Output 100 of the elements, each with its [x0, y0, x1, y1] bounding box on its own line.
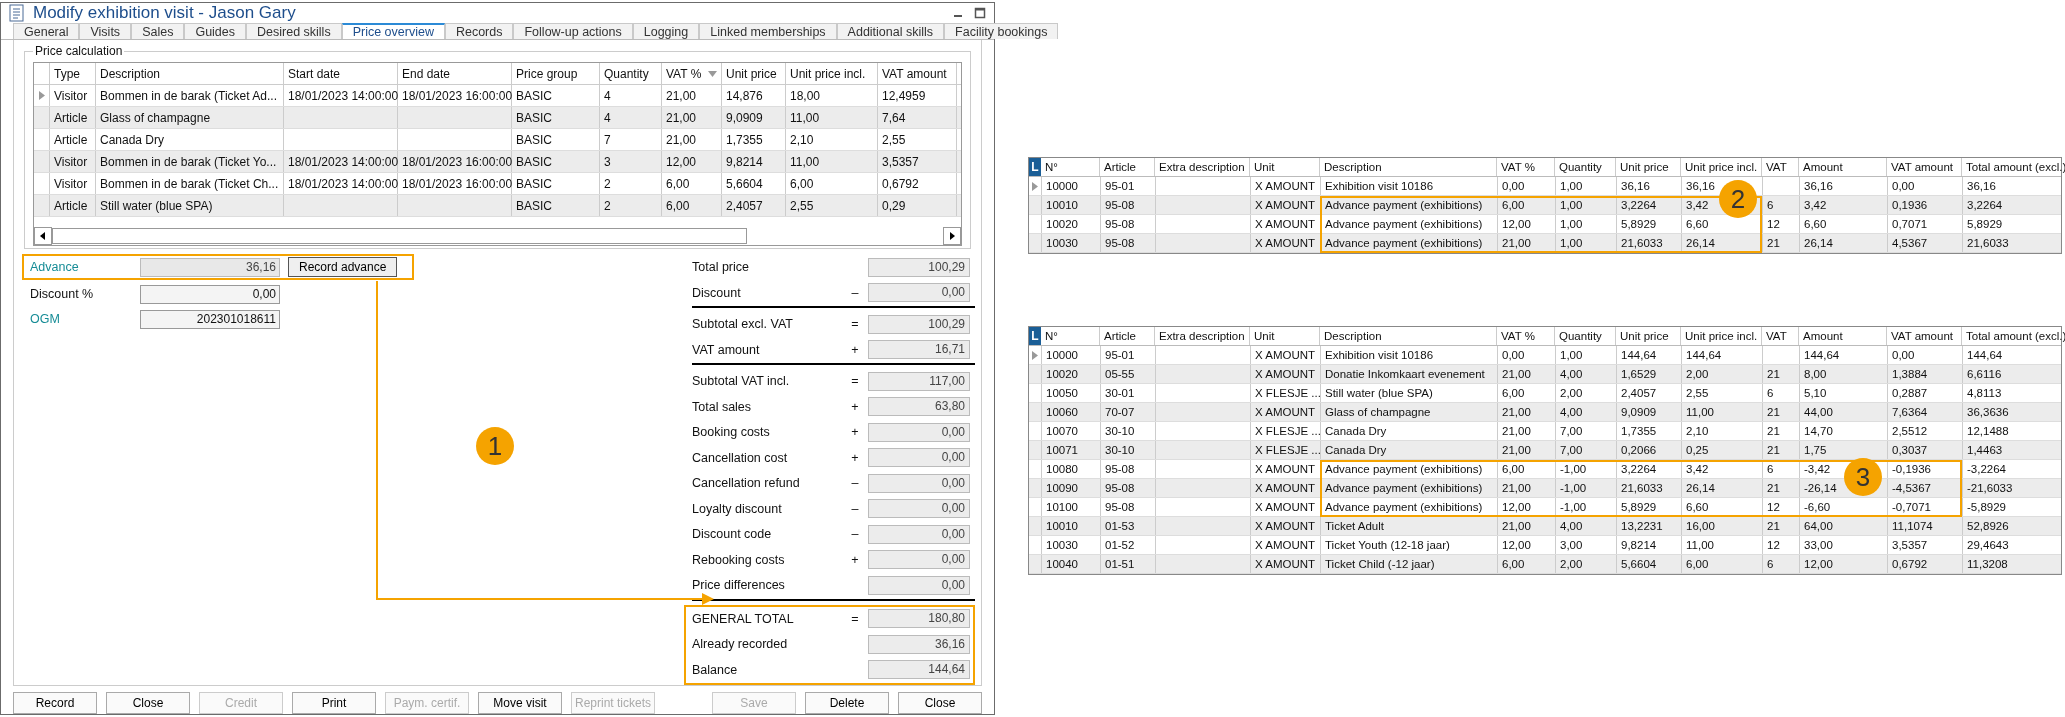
- table-cell: Bommen in de barak (Ticket Ad...: [96, 85, 284, 106]
- table-cell: 3,5357: [878, 151, 957, 172]
- table-cell: 2,55: [878, 129, 957, 150]
- action-button[interactable]: Move visit: [478, 692, 562, 714]
- tab[interactable]: Linked memberships: [699, 23, 837, 39]
- tab[interactable]: Facility bookings: [944, 23, 1059, 39]
- column-header[interactable]: Article: [1100, 158, 1155, 176]
- sort-caret-icon[interactable]: [708, 70, 717, 77]
- column-header[interactable]: Amount: [1799, 158, 1887, 176]
- table-cell: 12: [1763, 536, 1800, 554]
- window-title: Modify exhibition visit - Jason Gary: [33, 3, 296, 23]
- column-header[interactable]: Quantity: [1555, 158, 1616, 176]
- tab[interactable]: Sales: [131, 23, 185, 39]
- column-header[interactable]: N°: [1041, 327, 1100, 345]
- scroll-right-icon[interactable]: [943, 227, 961, 245]
- table-cell: 3,5357: [1888, 536, 1963, 554]
- column-header[interactable]: VAT %: [1497, 158, 1555, 176]
- column-header[interactable]: Unit: [1250, 327, 1320, 345]
- operator-sign: +: [851, 399, 859, 414]
- table-cell: 4: [600, 107, 662, 128]
- scrollbar-thumb[interactable]: [52, 228, 747, 244]
- table-cell: 6,00: [1498, 555, 1556, 573]
- column-header[interactable]: Description: [96, 63, 284, 84]
- action-button[interactable]: Record: [13, 692, 97, 714]
- tab[interactable]: Logging: [632, 23, 700, 39]
- operator-sign: +: [851, 342, 859, 357]
- column-header[interactable]: End date: [398, 63, 512, 84]
- maximize-icon[interactable]: [974, 7, 986, 19]
- column-header[interactable]: Amount: [1799, 327, 1887, 345]
- column-header[interactable]: Unit price: [1616, 327, 1681, 345]
- column-header[interactable]: VAT amount: [1887, 158, 1962, 176]
- column-header[interactable]: VAT amount: [878, 63, 957, 84]
- tab[interactable]: General: [13, 23, 80, 39]
- scroll-left-icon[interactable]: [34, 227, 52, 245]
- column-header[interactable]: VAT %: [1497, 327, 1555, 345]
- column-header[interactable]: Start date: [284, 63, 398, 84]
- tab[interactable]: Visits: [79, 23, 132, 39]
- column-header[interactable]: VAT amount: [1887, 327, 1962, 345]
- column-header[interactable]: Unit price incl.: [786, 63, 878, 84]
- column-header[interactable]: Extra description: [1155, 327, 1250, 345]
- action-button[interactable]: Close: [898, 692, 982, 714]
- table-cell: 4,00: [1556, 403, 1617, 421]
- column-header[interactable]: Article: [1100, 327, 1155, 345]
- operator-sign: –: [851, 501, 859, 516]
- column-header[interactable]: N°: [1041, 158, 1100, 176]
- column-header[interactable]: Price group: [512, 63, 600, 84]
- table-cell: BASIC: [512, 85, 600, 106]
- tab[interactable]: Follow-up actions: [513, 23, 633, 39]
- table-cell: 10030: [1042, 536, 1101, 554]
- table-cell: 12,00: [1498, 536, 1556, 554]
- column-header[interactable]: VAT: [1762, 158, 1799, 176]
- column-header[interactable]: Extra description: [1155, 158, 1250, 176]
- column-header[interactable]: Description: [1320, 158, 1497, 176]
- input-field[interactable]: 0,00: [140, 284, 280, 304]
- table-cell: 6,00: [1498, 384, 1556, 402]
- table-cell: 2,00: [1682, 365, 1763, 383]
- column-header[interactable]: VAT: [1762, 327, 1799, 345]
- table-cell: 21,00: [1498, 403, 1556, 421]
- table-cell: 0,00: [1888, 346, 1963, 364]
- tab[interactable]: Desired skills: [246, 23, 342, 39]
- table-cell: 0,2887: [1888, 384, 1963, 402]
- column-header[interactable]: Quantity: [600, 63, 662, 84]
- tab[interactable]: Guides: [184, 23, 246, 39]
- field-link[interactable]: OGM: [30, 312, 140, 326]
- column-header[interactable]: Total amount (excl.): [1962, 327, 2065, 345]
- column-header[interactable]: Unit: [1250, 158, 1320, 176]
- action-button[interactable]: Close: [106, 692, 190, 714]
- column-header[interactable]: Unit price incl.: [1681, 327, 1762, 345]
- table-cell: 21,00: [662, 85, 722, 106]
- column-header[interactable]: Unit price: [1616, 158, 1681, 176]
- table-cell: -1,00: [1556, 460, 1617, 478]
- table-cell: 5,8929: [1617, 215, 1682, 233]
- table-cell: 21,6033: [1617, 479, 1682, 497]
- operator-sign: +: [851, 552, 859, 567]
- table-cell: Advance payment (exhibitions): [1321, 196, 1498, 214]
- table-cell: 1,00: [1556, 196, 1617, 214]
- action-button[interactable]: Delete: [805, 692, 889, 714]
- table-cell: 6: [1763, 555, 1800, 573]
- column-header[interactable]: Total amount (excl.): [1962, 158, 2065, 176]
- table-cell: 21,00: [1498, 517, 1556, 535]
- table-cell: X AMOUNT: [1251, 460, 1321, 478]
- column-header[interactable]: VAT %: [662, 63, 722, 84]
- table-cell: 0,1936: [1888, 196, 1963, 214]
- column-header[interactable]: Unit price incl.: [1681, 158, 1762, 176]
- table-cell: 4,5367: [1888, 234, 1963, 252]
- table-cell: 5,8929: [1963, 215, 2065, 233]
- input-field[interactable]: 202301018611: [140, 309, 280, 329]
- table-cell: 5,6604: [1617, 555, 1682, 573]
- tab[interactable]: Additional skills: [836, 23, 945, 39]
- table-cell: X FLESJE ...: [1251, 441, 1321, 459]
- column-header[interactable]: Quantity: [1555, 327, 1616, 345]
- amount-field: 0,00: [868, 473, 970, 493]
- action-button[interactable]: Print: [292, 692, 376, 714]
- table-cell: Visitor: [50, 151, 96, 172]
- column-header[interactable]: Unit price: [722, 63, 786, 84]
- tab[interactable]: Price overview: [341, 23, 445, 39]
- amount-field: 0,00: [868, 575, 970, 595]
- column-header[interactable]: Type: [50, 63, 96, 84]
- tab[interactable]: Records: [444, 23, 514, 39]
- column-header[interactable]: Description: [1320, 327, 1497, 345]
